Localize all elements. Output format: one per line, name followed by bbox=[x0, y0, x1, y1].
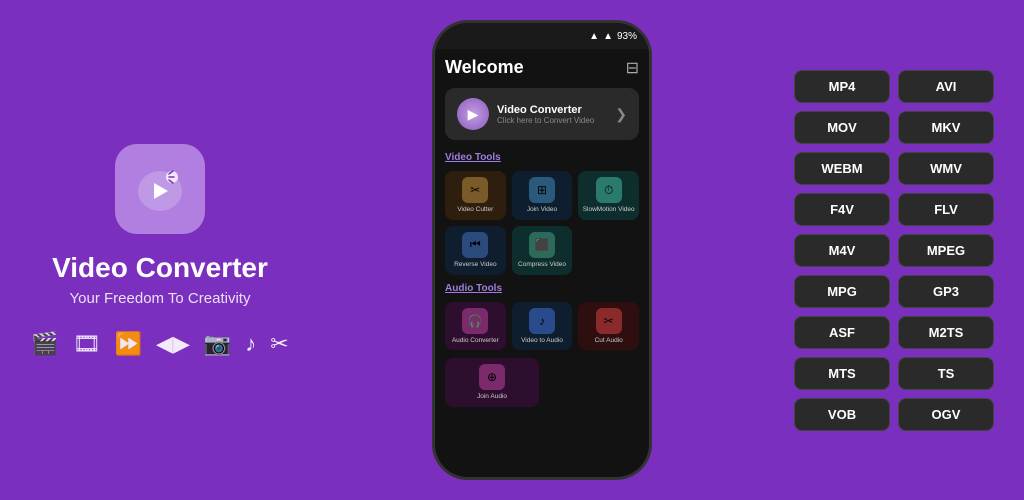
banner-left: ▶ Video Converter Click here to Convert … bbox=[457, 98, 594, 130]
video-to-audio-label: Video to Audio bbox=[521, 337, 563, 345]
slowmotion-icon: ⏱ bbox=[596, 177, 622, 203]
format-mov[interactable]: MOV bbox=[794, 111, 890, 144]
toolbar-icon-video[interactable]: 🎬 bbox=[31, 331, 58, 357]
toolbar-icons: 🎬 🎞 ⏩ ◀▶ 📷 ♪ ✂ bbox=[31, 331, 288, 357]
format-avi[interactable]: AVI bbox=[898, 70, 994, 103]
banner-arrow-icon: ❯ bbox=[615, 106, 627, 123]
audio-converter-icon: 🎧 bbox=[462, 308, 488, 334]
join-video-label: Join Video bbox=[527, 206, 557, 214]
battery-text: 93% bbox=[617, 31, 637, 42]
welcome-title: Welcome bbox=[445, 57, 524, 78]
toolbar-icon-film[interactable]: 🎞 bbox=[73, 331, 101, 357]
format-m4v[interactable]: M4V bbox=[794, 234, 890, 267]
video-cutter-icon: ✂ bbox=[462, 177, 488, 203]
format-webm[interactable]: WEBM bbox=[794, 152, 890, 185]
app-subtitle: Your Freedom To Creativity bbox=[70, 290, 251, 307]
format-asf[interactable]: ASF bbox=[794, 316, 890, 349]
toolbar-icon-cut[interactable]: ✂ bbox=[270, 331, 288, 357]
toolbar-icon-convert[interactable]: ◀▶ bbox=[156, 331, 190, 357]
tool-join-audio[interactable]: ⊕ Join Audio bbox=[445, 358, 539, 407]
reverse-icon: ⏮ bbox=[462, 232, 488, 258]
tool-video-to-audio[interactable]: ♪ Video to Audio bbox=[512, 302, 573, 351]
format-ts[interactable]: TS bbox=[898, 357, 994, 390]
format-vob[interactable]: VOB bbox=[794, 398, 890, 431]
video-to-audio-icon: ♪ bbox=[529, 308, 555, 334]
banner-avatar: ▶ bbox=[457, 98, 489, 130]
format-mts[interactable]: MTS bbox=[794, 357, 890, 390]
status-bar: ▲ ▲ 93% bbox=[435, 23, 649, 49]
app-icon bbox=[115, 144, 205, 234]
audio-converter-label: Audio Converter bbox=[452, 337, 499, 345]
phone-screen: Welcome ⊟ ▶ Video Converter Click here t… bbox=[435, 49, 649, 477]
audio-tools-label: Audio Tools bbox=[445, 283, 639, 294]
format-gp3[interactable]: GP3 bbox=[898, 275, 994, 308]
toolbar-icon-music[interactable]: ♪ bbox=[245, 331, 256, 357]
audio-tools-row2: ⊕ Join Audio bbox=[445, 358, 639, 407]
tool-slowmotion[interactable]: ⏱ SlowMotion Video bbox=[578, 171, 639, 220]
format-mkv[interactable]: MKV bbox=[898, 111, 994, 144]
wifi-icon: ▲ bbox=[603, 31, 613, 42]
tool-join-video[interactable]: ⊞ Join Video bbox=[512, 171, 573, 220]
tool-cut-audio[interactable]: ✂ Cut Audio bbox=[578, 302, 639, 351]
tool-reverse[interactable]: ⏮ Reverse Video bbox=[445, 226, 506, 275]
toolbar-icon-camera[interactable]: 📷 bbox=[204, 331, 231, 357]
phone-header: Welcome ⊟ bbox=[445, 57, 639, 78]
cut-audio-icon: ✂ bbox=[596, 308, 622, 334]
banner-title: Video Converter bbox=[497, 104, 594, 116]
format-grid: MP4 AVI MOV MKV WEBM WMV F4V FLV M4V MPE… bbox=[794, 70, 994, 431]
phone-mockup: ▲ ▲ 93% Welcome ⊟ ▶ Video Converter Clic… bbox=[432, 20, 652, 480]
converter-banner[interactable]: ▶ Video Converter Click here to Convert … bbox=[445, 88, 639, 140]
banner-subtitle: Click here to Convert Video bbox=[497, 116, 594, 125]
header-menu-icon[interactable]: ⊟ bbox=[626, 58, 639, 78]
slowmotion-label: SlowMotion Video bbox=[583, 206, 635, 214]
video-tools-grid: ✂ Video Cutter ⊞ Join Video ⏱ SlowMotion… bbox=[445, 171, 639, 275]
tool-video-cutter[interactable]: ✂ Video Cutter bbox=[445, 171, 506, 220]
reverse-label: Reverse Video bbox=[454, 261, 497, 269]
compress-icon: ⬛ bbox=[529, 232, 555, 258]
tool-compress[interactable]: ⬛ Compress Video bbox=[512, 226, 573, 275]
tool-audio-converter[interactable]: 🎧 Audio Converter bbox=[445, 302, 506, 351]
format-m2ts[interactable]: M2TS bbox=[898, 316, 994, 349]
toolbar-icon-speed[interactable]: ⏩ bbox=[115, 331, 142, 357]
format-flv[interactable]: FLV bbox=[898, 193, 994, 226]
format-f4v[interactable]: F4V bbox=[794, 193, 890, 226]
video-cutter-label: Video Cutter bbox=[457, 206, 493, 214]
format-ogv[interactable]: OGV bbox=[898, 398, 994, 431]
join-audio-label: Join Audio bbox=[477, 393, 507, 401]
cut-audio-label: Cut Audio bbox=[595, 337, 623, 345]
app-title: Video Converter bbox=[52, 252, 268, 284]
video-tools-label: Video Tools bbox=[445, 152, 639, 163]
format-mp4[interactable]: MP4 bbox=[794, 70, 890, 103]
join-audio-icon: ⊕ bbox=[479, 364, 505, 390]
format-wmv[interactable]: WMV bbox=[898, 152, 994, 185]
left-section: Video Converter Your Freedom To Creativi… bbox=[30, 144, 290, 357]
banner-text: Video Converter Click here to Convert Vi… bbox=[497, 104, 594, 125]
audio-tools-grid: 🎧 Audio Converter ♪ Video to Audio ✂ Cut… bbox=[445, 302, 639, 351]
join-video-icon: ⊞ bbox=[529, 177, 555, 203]
compress-label: Compress Video bbox=[518, 261, 566, 269]
format-mpg[interactable]: MPG bbox=[794, 275, 890, 308]
signal-icon: ▲ bbox=[589, 31, 599, 42]
format-mpeg[interactable]: MPEG bbox=[898, 234, 994, 267]
